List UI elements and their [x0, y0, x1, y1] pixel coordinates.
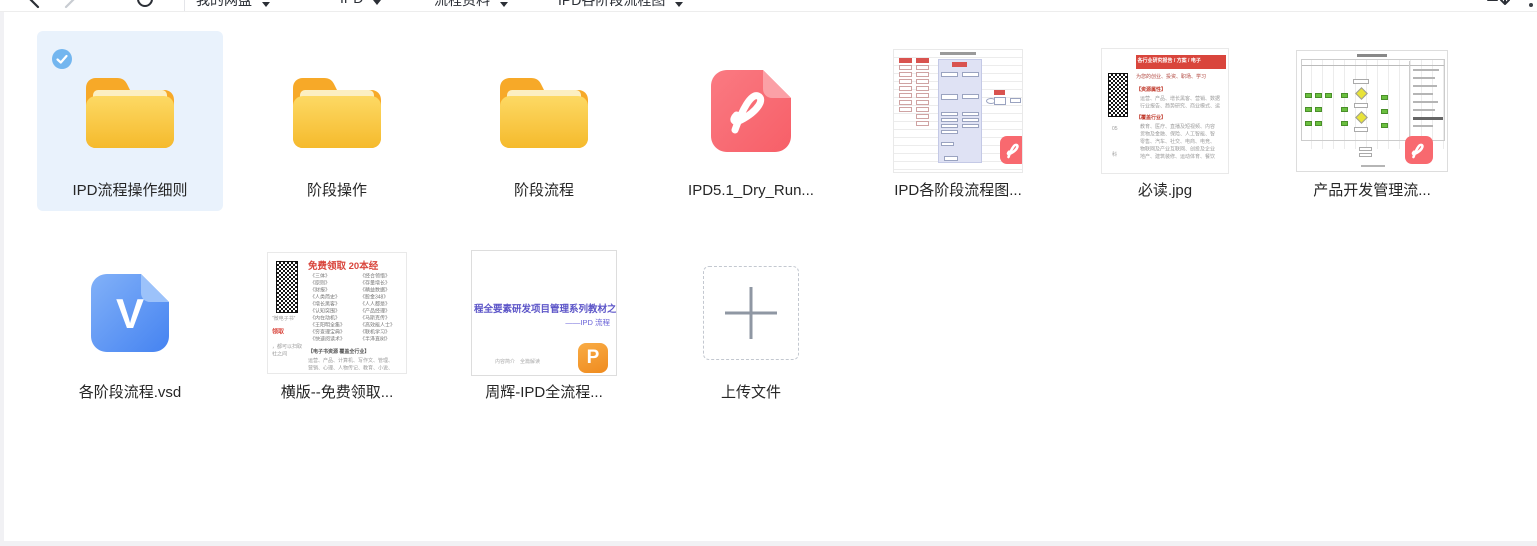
thumbnail-text-line: 《王阳明全集》 [310, 322, 358, 329]
thumbnail-text-line: 《产品经理》 [360, 308, 407, 315]
thumbnail-text-line: 《穷查理宝典》 [310, 329, 358, 336]
app-bottom-edge [0, 541, 1537, 546]
file-name: 产品开发管理流... [1313, 181, 1431, 201]
thumbnail-text-line: 运营、产品、增长黑客、营销、数据 [1140, 95, 1185, 103]
upload-label: 上传文件 [721, 383, 781, 403]
file-name: 各阶段流程.vsd [79, 383, 182, 403]
file-name: IPD各阶段流程图... [894, 181, 1022, 201]
thumbnail-text-line: 社之间 [272, 351, 307, 359]
thumbnail-text-line: 《半泽直树》 [360, 336, 407, 343]
breadcrumb-item[interactable]: 流程资料 [434, 0, 509, 10]
forward-icon[interactable] [60, 0, 80, 11]
thumbnail-text-line: 地产、建筑装修、运动体育、餐饮 [1140, 153, 1185, 161]
thumbnail-text-line: 《财报》 [310, 287, 358, 294]
breadcrumb-label: 流程资料 [434, 0, 490, 10]
thumbnail-text-line: 《认知突围》 [310, 308, 358, 315]
pdf-file-icon [711, 41, 791, 181]
plus-icon [722, 284, 780, 342]
pdf-badge-icon [1405, 136, 1433, 169]
file-tile-folder[interactable]: 阶段流程 [451, 31, 637, 211]
file-tile-pdf[interactable]: IPD5.1_Dry_Run... [658, 31, 844, 211]
thumbnail-text-line: 《存量增长》 [360, 280, 407, 287]
file-name: 横版--免费领取... [281, 383, 394, 403]
file-name: IPD流程操作细则 [72, 181, 187, 201]
image-thumbnail: “微电子书” 领取 ，都可以扫取社之间 免费领取 20本经 《三体》《原则》《财… [267, 252, 407, 374]
breadcrumb-label: 我的网盘 [196, 0, 252, 10]
breadcrumb-label: IPD各阶段流程图 [558, 0, 665, 10]
thumbnail-text-line: ，都可以扫取 [272, 343, 307, 351]
thumbnail-text-line: 《人类简史》 [310, 294, 358, 301]
thumbnail-text-line: 行业报告、趋势研究、商业模式、运 [1140, 103, 1185, 111]
toolbar-divider [184, 0, 185, 11]
thumbnail-text-line: 《马斯克传》 [360, 315, 407, 322]
file-tile-thumbnail[interactable]: 产品开发管理流... [1279, 31, 1465, 211]
back-icon[interactable] [24, 0, 44, 11]
chevron-down-icon [674, 1, 684, 8]
thumbnail-text-line: 《原则》 [310, 280, 358, 287]
file-tile-image[interactable]: 05 科 各行业研究报告 / 方案 / 电子 为您的创业、投资、职场、学习 【资… [1072, 31, 1258, 211]
file-name: IPD5.1_Dry_Run... [688, 181, 814, 201]
app-left-edge [0, 12, 4, 546]
thumbnail-text-line: 《快速阅读术》 [310, 336, 358, 343]
thumbnail-text-line: 营销、心理、人物传记、教育、小说、 [308, 365, 358, 373]
sort-icon[interactable] [1486, 0, 1512, 11]
pdf-badge-icon [1000, 136, 1023, 169]
visio-file-icon: V [91, 243, 169, 383]
thumbnail-text-line: 《精益数据》 [360, 287, 407, 294]
file-tile-image[interactable]: “微电子书” 领取 ，都可以扫取社之间 免费领取 20本经 《三体》《原则》《财… [244, 233, 430, 413]
ppt-badge-icon: P [578, 343, 608, 373]
file-tile-folder-selected[interactable]: IPD流程操作细则 [37, 31, 223, 211]
document-thumbnail [1296, 50, 1448, 172]
file-tile-thumbnail[interactable]: 程全要素研发项目管理系列教材之二 ——IPD 流程 内容简介 全篇解读 P 周辉… [451, 233, 637, 413]
thumbnail-text-line: 《内在动机》 [310, 315, 358, 322]
thumbnail-text-line: 货物及金融、保险、人工智能、智 [1140, 131, 1185, 139]
file-name: 阶段流程 [514, 181, 574, 201]
chevron-down-icon [261, 1, 271, 8]
file-tile-thumbnail[interactable]: IPD各阶段流程图... [865, 31, 1051, 211]
file-tile-folder[interactable]: 阶段操作 [244, 31, 430, 211]
file-tile-visio[interactable]: V 各阶段流程.vsd [37, 233, 223, 413]
file-name: 必读.jpg [1138, 181, 1192, 201]
svg-text:V: V [116, 290, 144, 337]
thumbnail-text-line: 运营、产品、计算机、写作文、管理、 [308, 357, 358, 365]
breadcrumb-label: IPD [340, 0, 363, 6]
more-icon[interactable] [1529, 3, 1533, 7]
thumbnail-text-line: 教育、医疗、直播及短视频、内容 [1140, 123, 1185, 131]
refresh-icon[interactable] [134, 0, 156, 11]
thumbnail-text-line: 《股金348》 [360, 294, 407, 301]
thumbnail-text-line: 《经合领悟》 [360, 273, 407, 280]
document-thumbnail [893, 49, 1023, 173]
thumbnail-banner: 各行业研究报告 / 方案 / 电子 [1136, 55, 1226, 69]
thumbnail-text-line: 《人人都是》 [360, 301, 407, 308]
thumbnail-text-line: 零售、汽车、社交、电商、电竞、 [1140, 138, 1185, 146]
breadcrumb-item-current[interactable]: IPD各阶段流程图 [558, 0, 684, 10]
thumbnail-text-line: 《联机学习》 [360, 329, 407, 336]
document-thumbnail: 程全要素研发项目管理系列教材之二 ——IPD 流程 内容简介 全篇解读 P [471, 250, 617, 376]
chevron-down-icon [499, 1, 509, 8]
thumbnail-text-line: 物联网及产业互联网、创投及企业 [1140, 146, 1185, 154]
file-name: 阶段操作 [307, 181, 367, 201]
folder-icon [86, 41, 174, 181]
upload-file-tile[interactable]: 上传文件 [658, 233, 844, 413]
selected-check-icon[interactable] [52, 49, 72, 74]
folder-icon [293, 41, 381, 181]
thumbnail-text-line: 《三体》 [310, 273, 358, 280]
chevron-down-icon [372, 0, 382, 6]
file-name: 周辉-IPD全流程... [485, 383, 603, 403]
image-thumbnail: 05 科 各行业研究报告 / 方案 / 电子 为您的创业、投资、职场、学习 【资… [1101, 48, 1229, 174]
folder-icon [500, 41, 588, 181]
breadcrumb-item[interactable]: IPD [340, 0, 382, 6]
breadcrumb-item-root[interactable]: 我的网盘 [196, 0, 271, 10]
file-grid: IPD流程操作细则 阶段操作 阶段流程 [37, 31, 1486, 413]
file-list-panel: IPD流程操作细则 阶段操作 阶段流程 [4, 13, 1537, 541]
thumbnail-text-line: 《高效能人士》 [360, 322, 407, 329]
thumbnail-text-line: 《增长黑客》 [310, 301, 358, 308]
toolbar: 我的网盘 IPD 流程资料 IPD各阶段流程图 [0, 0, 1537, 12]
upload-dropzone[interactable] [703, 266, 799, 360]
